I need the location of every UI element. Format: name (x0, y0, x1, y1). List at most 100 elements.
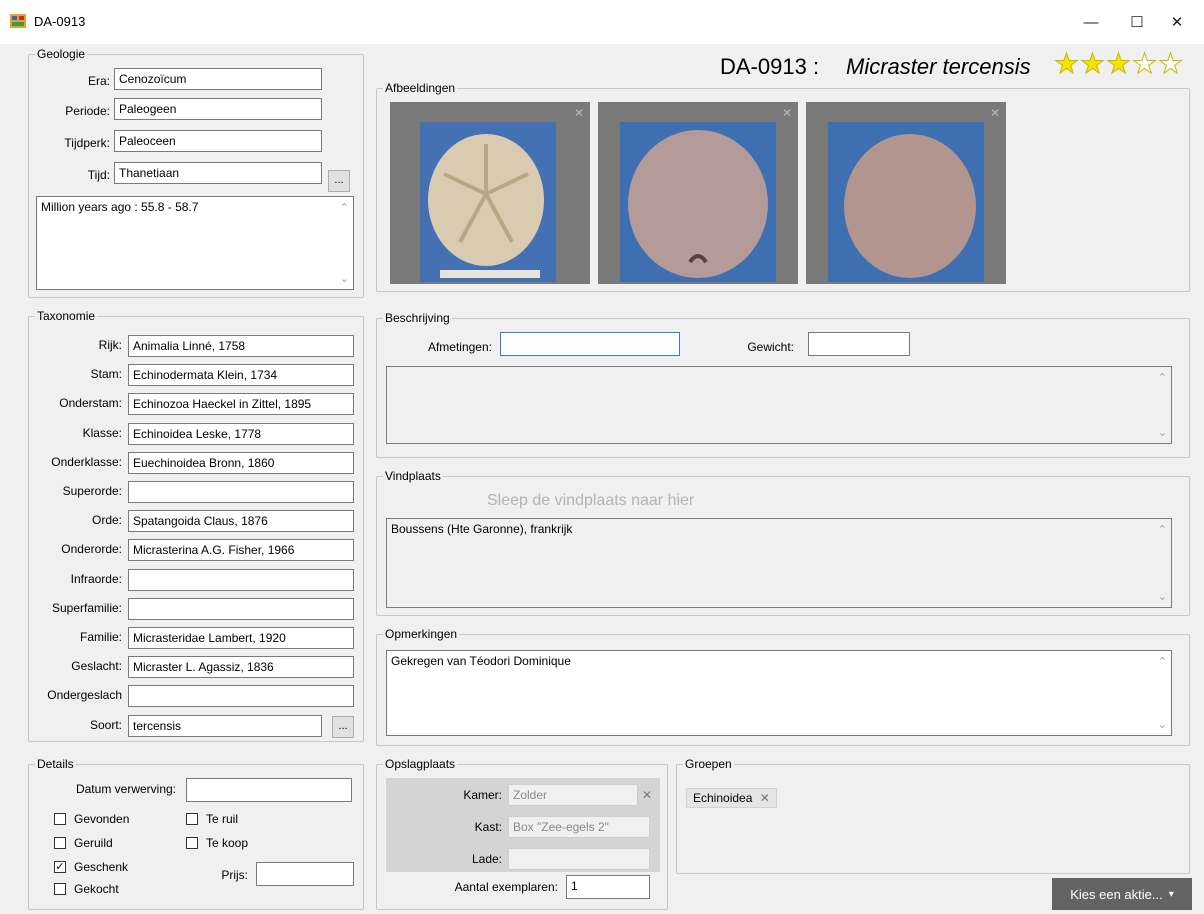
checkbox-label: Gevonden (74, 812, 130, 826)
tijd-field[interactable]: Thanetiaan (114, 162, 322, 184)
gewicht-field[interactable] (808, 332, 910, 356)
taxonomy-field[interactable]: Echinoidea Leske, 1778 (128, 422, 354, 445)
prijs-label: Prijs: (221, 868, 248, 882)
star-empty-icon[interactable]: ★ (1131, 49, 1157, 78)
groepen-group: Groepen (676, 757, 1190, 874)
scroll-up-icon[interactable]: ⌃ (1158, 523, 1167, 536)
remove-image-icon[interactable]: ✕ (574, 106, 584, 120)
checkbox-te-ruil[interactable]: Te ruil (186, 812, 238, 826)
vindplaats-text[interactable]: Boussens (Hte Garonne), frankrijk ⌃ ⌄ (386, 518, 1172, 608)
datum-verwerving-field[interactable] (186, 778, 352, 802)
checkbox-geschenk[interactable]: ✓ Geschenk (54, 860, 128, 874)
taxonomy-label: Familie: (79, 630, 122, 644)
checkbox-label: Gekocht (74, 882, 119, 896)
scroll-up-icon[interactable]: ⌃ (1158, 371, 1167, 384)
checkbox-empty-icon[interactable] (54, 813, 66, 825)
star-filled-icon[interactable]: ★ (1105, 49, 1131, 78)
clear-kamer-icon[interactable]: ✕ (642, 788, 652, 802)
checkbox-empty-icon[interactable] (54, 837, 66, 849)
close-button[interactable]: ✕ (1154, 6, 1200, 38)
star-empty-icon[interactable]: ★ (1157, 49, 1183, 78)
checkbox-gekocht[interactable]: Gekocht (54, 882, 119, 896)
lade-label: Lade: (471, 852, 502, 866)
vindplaats-text-value: Boussens (Hte Garonne), frankrijk (391, 522, 573, 536)
star-filled-icon[interactable]: ★ (1079, 49, 1105, 78)
geologie-info-box[interactable]: Million years ago : 55.8 - 58.7 ⌃ ⌄ (36, 196, 354, 290)
scroll-up-icon[interactable]: ⌃ (1158, 655, 1167, 668)
fossil-photo (420, 122, 556, 282)
fossil-photo (620, 122, 776, 282)
scroll-down-icon[interactable]: ⌄ (1158, 718, 1167, 731)
taxonomy-field[interactable]: Micraster L. Agassiz, 1836 (128, 656, 354, 679)
lade-field[interactable] (508, 848, 650, 870)
datum-verwerving-label: Datum verwerving: (75, 782, 176, 796)
species-name: Micraster tercensis (846, 54, 1031, 79)
tijdperk-field[interactable]: Paleoceen (114, 130, 322, 152)
tijd-browse-button[interactable]: ... (328, 170, 350, 192)
image-thumbnail[interactable]: ✕ (390, 102, 590, 284)
image-thumbnail[interactable]: ✕ (598, 102, 798, 284)
taxonomy-field[interactable] (128, 568, 354, 591)
taxonomy-label: Superfamilie: (51, 600, 122, 615)
taxonomy-label: Infraorde: (70, 571, 122, 586)
checkbox-geruild[interactable]: Geruild (54, 836, 113, 850)
remove-image-icon[interactable]: ✕ (990, 106, 1000, 120)
era-label: Era: (87, 74, 110, 88)
taxonomy-field[interactable] (128, 597, 354, 620)
taxonomy-field[interactable]: Euechinoidea Bronn, 1860 (128, 451, 354, 474)
groepen-label: Groepen (683, 757, 734, 771)
checkbox-label: Geruild (74, 836, 113, 850)
checkbox-empty-icon[interactable] (54, 883, 66, 895)
aantal-exemplaren-label: Aantal exemplaren: (454, 880, 558, 894)
checkbox-gevonden[interactable]: Gevonden (54, 812, 129, 826)
taxonomy-field[interactable]: Echinodermata Klein, 1734 (128, 364, 354, 387)
star-filled-icon[interactable]: ★ (1053, 49, 1079, 78)
tijd-label: Tijd: (87, 168, 110, 182)
kamer-field[interactable]: Zolder (508, 784, 638, 806)
specimen-id: DA-0913 : (720, 54, 820, 79)
remove-group-icon[interactable]: ✕ (760, 791, 770, 805)
dropdown-arrow-icon: ▾ (1168, 888, 1174, 900)
taxonomy-label: Onderklasse: (51, 454, 122, 469)
taxonomy-field[interactable]: Echinozoa Haeckel in Zittel, 1895 (128, 393, 354, 416)
minimize-button[interactable]: — (1068, 6, 1114, 38)
prijs-field[interactable] (256, 862, 354, 886)
remove-image-icon[interactable]: ✕ (782, 106, 792, 120)
geologie-info-text: Million years ago : 55.8 - 58.7 (41, 200, 199, 214)
taxonomy-field[interactable]: Micrasterina A.G. Fisher, 1966 (128, 539, 354, 562)
taxonomy-label: Orde: (91, 513, 122, 528)
taxonomy-field[interactable]: tercensis (128, 714, 322, 737)
afmetingen-field[interactable] (500, 332, 680, 356)
taxonomy-field[interactable] (128, 481, 354, 503)
scroll-down-icon[interactable]: ⌄ (340, 272, 349, 285)
title-bar: DA-0913 — ☐ ✕ (0, 0, 1204, 44)
action-button-label: Kies een aktie... (1070, 886, 1163, 902)
checkbox-te-koop[interactable]: Te koop (186, 836, 248, 850)
era-field[interactable]: Cenozoïcum (114, 68, 322, 90)
aantal-exemplaren-field[interactable]: 1 (566, 875, 650, 899)
taxonomy-field[interactable]: Animalia Linné, 1758 (128, 335, 354, 357)
group-chip[interactable]: Echinoidea ✕ (686, 788, 777, 808)
action-dropdown-button[interactable]: Kies een aktie... ▾ (1052, 878, 1192, 910)
taxonomy-field[interactable]: Micrasteridae Lambert, 1920 (128, 627, 354, 649)
taxonomy-field[interactable]: Spatangoida Claus, 1876 (128, 510, 354, 533)
scroll-down-icon[interactable]: ⌄ (1158, 426, 1167, 439)
checkbox-empty-icon[interactable] (186, 813, 198, 825)
soort-browse-button[interactable]: ... (332, 716, 354, 738)
scroll-up-icon[interactable]: ⌃ (340, 201, 349, 214)
window-title: DA-0913 (34, 14, 86, 29)
checkbox-empty-icon[interactable] (186, 837, 198, 849)
fossil-bottom-view-image (620, 122, 776, 282)
periode-field[interactable]: Paleogeen (114, 98, 322, 120)
checkbox-label: Geschenk (74, 860, 129, 874)
image-thumbnail[interactable]: ✕ (806, 102, 1006, 284)
geologie-label: Geologie (35, 47, 88, 61)
scroll-down-icon[interactable]: ⌄ (1158, 590, 1167, 603)
beschrijving-text[interactable]: ⌃ ⌄ (386, 366, 1172, 444)
fossil-top-view-image (420, 122, 556, 282)
taxonomy-label: Onderorde: (61, 542, 122, 557)
kast-field[interactable]: Box "Zee-egels 2" (508, 816, 650, 838)
taxonomy-field[interactable] (128, 685, 354, 708)
opmerkingen-text[interactable]: Gekregen van Téodori Dominique ⌃ ⌄ (386, 650, 1172, 736)
checkbox-checked-icon[interactable]: ✓ (54, 861, 66, 873)
